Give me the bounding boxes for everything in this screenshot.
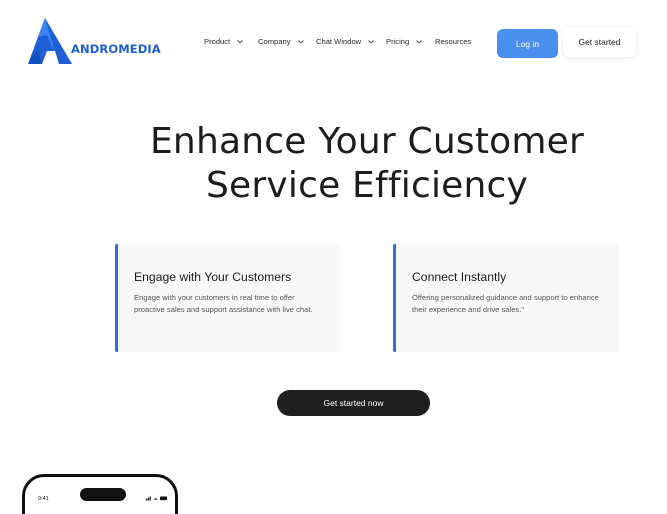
phone-dynamic-island <box>80 488 126 501</box>
chevron-down-icon <box>297 39 304 44</box>
chevron-down-icon <box>237 39 243 44</box>
chevron-down-icon <box>368 39 374 44</box>
get-started-now-button[interactable]: Get started now <box>277 390 430 416</box>
nav-item-company[interactable]: Company <box>258 37 305 46</box>
phone-mockup: 9:41 <box>22 474 178 514</box>
feature-card-title: Connect Instantly <box>412 270 507 284</box>
triangle-a-logo-icon <box>28 18 72 64</box>
hero-title: Enhance Your Customer Service Efficiency <box>0 120 667 208</box>
nav-item-resources[interactable]: Resources <box>435 37 471 46</box>
nav-item-label: Pricing <box>386 37 410 46</box>
feature-card-text: Offering personalized guidance and suppo… <box>412 293 599 314</box>
nav-item-pricing[interactable]: Pricing <box>386 37 423 46</box>
nav-item-chat-window[interactable]: Chat Window <box>316 37 375 46</box>
feature-card-engage: Engage with Your Customers Engage with y… <box>115 244 341 352</box>
feature-card-title: Engage with Your Customers <box>134 270 292 284</box>
login-button[interactable]: Log in <box>497 29 558 58</box>
nav-item-label: Chat Window <box>316 37 362 46</box>
brand-name: ANDROMEDIA <box>71 42 161 56</box>
nav-item-label: Resources <box>435 37 472 46</box>
chevron-down-icon <box>416 39 423 44</box>
get-started-button[interactable]: Get started <box>563 27 636 57</box>
phone-status-icons <box>146 496 167 501</box>
site-header: ANDROMEDIA Product Company Chat Window P… <box>0 0 667 86</box>
feature-card-connect: Connect Instantly Offering personalized … <box>393 244 619 352</box>
nav-item-product[interactable]: Product <box>204 37 244 46</box>
phone-status-time: 9:41 <box>38 496 49 502</box>
phone-screen: 9:41 <box>28 480 172 514</box>
nav-item-label: Product <box>204 37 231 46</box>
brand-logo[interactable]: ANDROMEDIA <box>28 18 161 66</box>
nav-item-label: Company <box>258 37 291 46</box>
hero-title-line-2: Service Efficiency <box>205 165 529 206</box>
feature-card-text: Engage with your customers in real time … <box>134 293 313 314</box>
hero-title-line-1: Enhance Your Customer <box>149 121 584 162</box>
